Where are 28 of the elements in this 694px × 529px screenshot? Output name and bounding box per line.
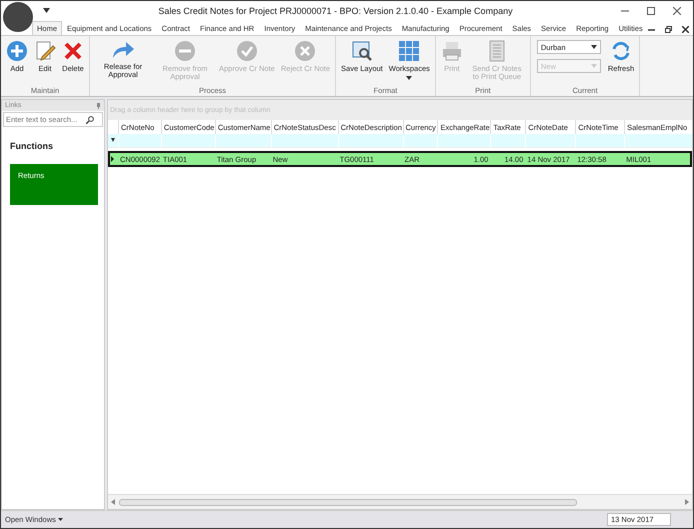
restore-icon[interactable]	[664, 26, 672, 33]
scroll-right-icon[interactable]	[685, 499, 689, 505]
check-icon	[236, 40, 258, 62]
caret-icon[interactable]	[58, 518, 63, 521]
filter-icon[interactable]	[108, 138, 118, 143]
layout-icon	[350, 40, 373, 62]
pin-icon[interactable]	[96, 102, 101, 108]
plus-icon	[6, 40, 28, 62]
window-title: Sales Credit Notes for Project PRJ0000071 - BPO: Version 2.1.0.40 - Example Company	[157, 6, 514, 16]
caret-icon[interactable]	[590, 45, 597, 49]
close-icon	[294, 40, 316, 62]
close-icon[interactable]	[673, 6, 681, 14]
caret-icon	[406, 76, 412, 80]
delete-icon	[62, 40, 84, 62]
section-heading: Functions	[10, 141, 54, 151]
minus-icon	[174, 40, 196, 62]
close-icon[interactable]	[682, 26, 689, 33]
scrollbar-thumb[interactable]	[119, 498, 577, 506]
pencil-icon	[34, 40, 56, 62]
grid-icon	[398, 40, 420, 62]
refresh-icon	[610, 40, 632, 62]
maximize-icon[interactable]	[647, 6, 655, 14]
logo-icon[interactable]	[3, 2, 33, 32]
printer-icon	[440, 40, 463, 62]
caret-icon[interactable]	[43, 8, 50, 13]
search-icon	[86, 116, 94, 124]
scroll-left-icon[interactable]	[111, 499, 115, 505]
arrow-icon	[111, 40, 135, 60]
